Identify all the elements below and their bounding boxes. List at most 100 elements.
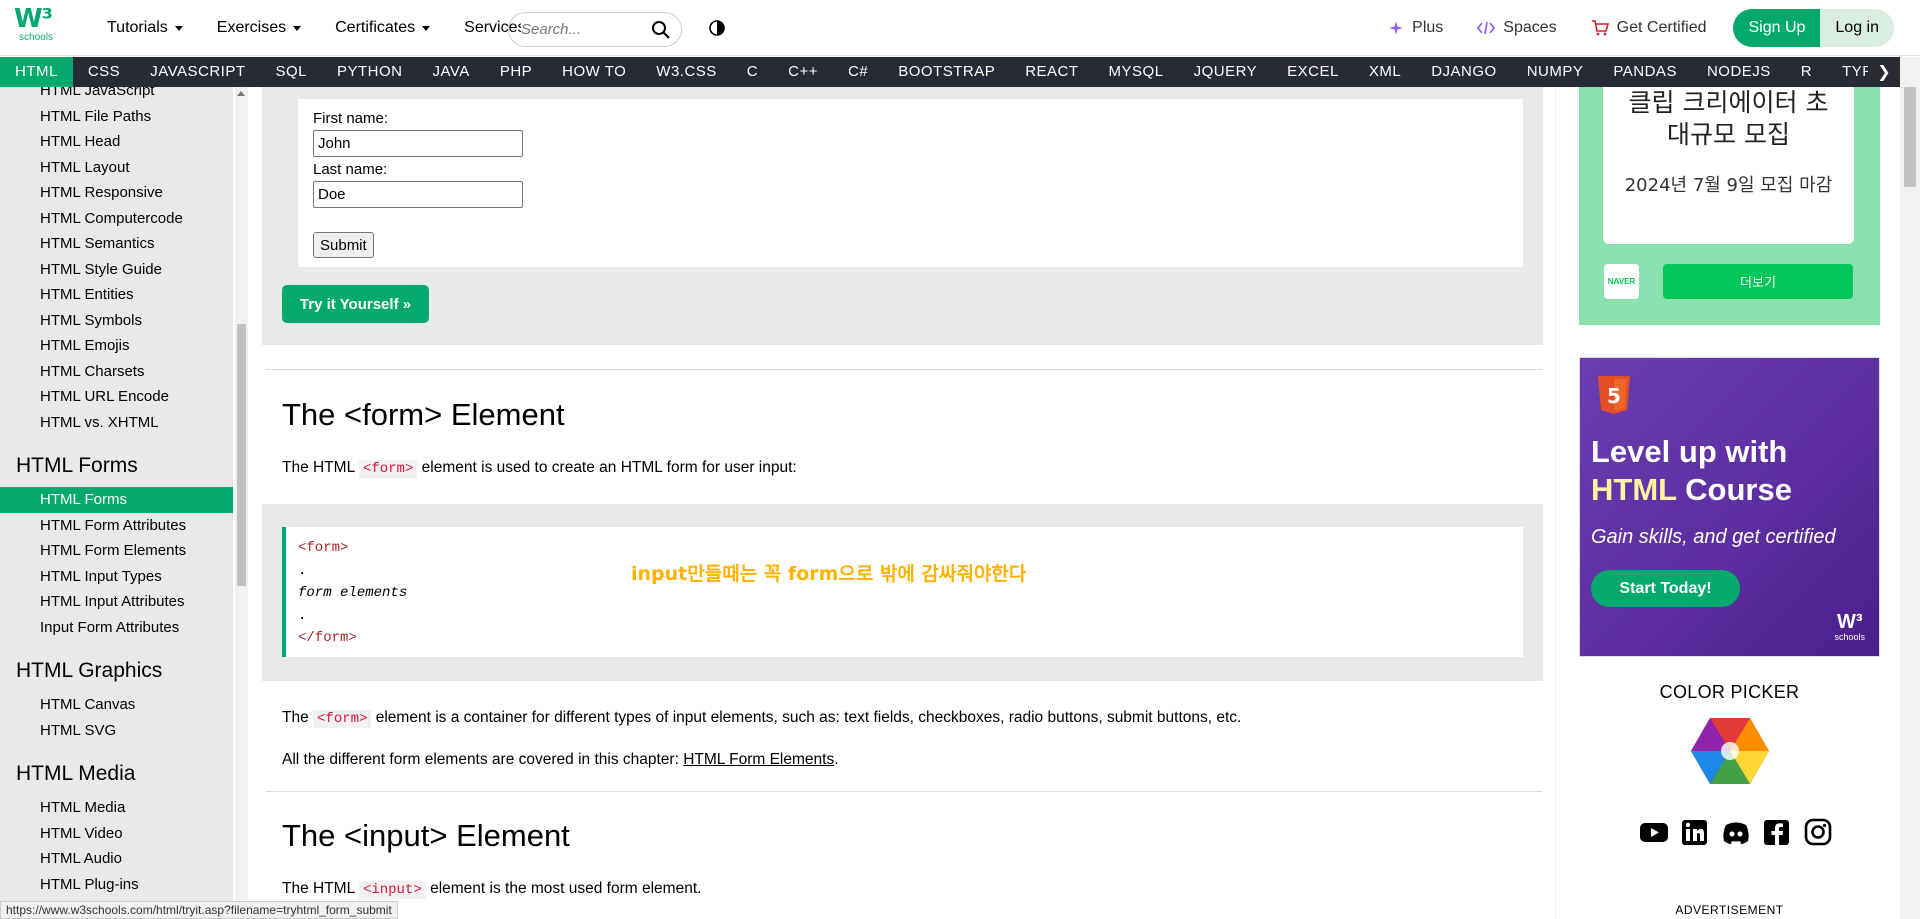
advertisement-label: ADVERTISEMENT (1675, 903, 1784, 917)
subnav-item-java[interactable]: JAVA (418, 57, 485, 87)
log-in-button[interactable]: Log in (1820, 9, 1894, 47)
subnav-item-css[interactable]: CSS (73, 57, 135, 87)
sidebar-item-html-form-elements[interactable]: HTML Form Elements (0, 538, 233, 564)
social-icons (1639, 817, 1833, 847)
plus-link[interactable]: Plus (1371, 19, 1460, 37)
sparkle-icon (1389, 21, 1404, 35)
status-bar-url: https://www.w3schools.com/html/tryit.asp… (0, 901, 398, 919)
sidebar-item-html-javascript[interactable]: HTML JavaScript (0, 87, 233, 104)
sidebar-item-html-plug-ins[interactable]: HTML Plug-ins (0, 872, 233, 898)
w3schools-logo[interactable]: W³ schools (14, 6, 58, 50)
sidebar-item-html-forms[interactable]: HTML Forms (0, 487, 233, 513)
sidebar-item-html-semantics[interactable]: HTML Semantics (0, 231, 233, 257)
sidebar-item-html-entities[interactable]: HTML Entities (0, 282, 233, 308)
sidebar-item-html-style-guide[interactable]: HTML Style Guide (0, 257, 233, 283)
youtube-icon[interactable] (1639, 817, 1669, 847)
subnav-item-c-[interactable]: C++ (773, 57, 833, 87)
nav-certificates[interactable]: Certificates (318, 19, 447, 37)
sidebar-item-html-audio[interactable]: HTML Audio (0, 846, 233, 872)
sidebar-item-input-form-attributes[interactable]: Input Form Attributes (0, 615, 233, 641)
sidebar-item-html-file-paths[interactable]: HTML File Paths (0, 104, 233, 130)
subnav-item-python[interactable]: PYTHON (322, 57, 418, 87)
sidebar-item-html-computercode[interactable]: HTML Computercode (0, 206, 233, 232)
sidebar-item-html-emojis[interactable]: HTML Emojis (0, 333, 233, 359)
sidebar-item-html-responsive[interactable]: HTML Responsive (0, 180, 233, 206)
code-example-box: <form> . form elements . </form> input만들… (262, 504, 1543, 681)
naver-more-button[interactable]: 더보기 (1663, 264, 1853, 299)
subnav-item-nodejs[interactable]: NODEJS (1692, 57, 1786, 87)
subnav-item-php[interactable]: PHP (485, 57, 547, 87)
inline-code: <form> (358, 460, 418, 478)
subnav-item-r[interactable]: R (1786, 57, 1827, 87)
subnav-item-mysql[interactable]: MYSQL (1094, 57, 1179, 87)
last-name-label: Last name: (313, 161, 388, 178)
search-input[interactable] (521, 21, 651, 38)
cart-icon (1591, 20, 1609, 36)
sidebar-item-html-form-attributes[interactable]: HTML Form Attributes (0, 513, 233, 539)
subnav-item-javascript[interactable]: JAVASCRIPT (135, 57, 260, 87)
subnav-item-w3-css[interactable]: W3.CSS (641, 57, 732, 87)
sidebar-item-html-media[interactable]: HTML Media (0, 795, 233, 821)
try-it-yourself-button[interactable]: Try it Yourself » (282, 285, 429, 323)
caret-down-icon (422, 25, 431, 31)
discord-icon[interactable] (1721, 817, 1751, 847)
get-certified-link[interactable]: Get Certified (1574, 19, 1724, 37)
sidebar-item-html-input-attributes[interactable]: HTML Input Attributes (0, 589, 233, 615)
linkedin-icon[interactable] (1680, 817, 1710, 847)
subnav-item-excel[interactable]: EXCEL (1272, 57, 1354, 87)
subnav-item-bootstrap[interactable]: BOOTSTRAP (883, 57, 1010, 87)
sidebar-item-html-vs-xhtml[interactable]: HTML vs. XHTML (0, 410, 233, 436)
contrast-toggle-icon[interactable] (709, 20, 725, 36)
sidebar-item-html-head[interactable]: HTML Head (0, 129, 233, 155)
subnav-item-sql[interactable]: SQL (260, 57, 322, 87)
sidebar-item-html-svg[interactable]: HTML SVG (0, 718, 233, 744)
sidebar-scroll-thumb[interactable] (237, 324, 246, 586)
naver-ad-title: 클립 크리에이터 초 대규모 모집 (1628, 88, 1829, 149)
subnav-next-arrow-icon[interactable]: ❯ (1868, 57, 1900, 87)
first-name-input[interactable] (313, 130, 523, 157)
search-icon[interactable] (651, 20, 671, 40)
subnav-item-how-to[interactable]: HOW TO (547, 57, 641, 87)
main-content: First name: Last name: Submit Try it You… (262, 87, 1543, 919)
subnav-item-jquery[interactable]: JQUERY (1179, 57, 1273, 87)
subnav-item-pandas[interactable]: PANDAS (1598, 57, 1692, 87)
spaces-link[interactable]: Spaces (1460, 19, 1573, 37)
page-scrollbar[interactable] (1900, 57, 1920, 919)
last-name-input[interactable] (313, 181, 523, 208)
html-course-ad[interactable]: 5 Level up with HTML Course Gain skills,… (1579, 357, 1880, 657)
color-picker-icon[interactable] (1690, 716, 1770, 786)
page-scroll-thumb[interactable] (1904, 87, 1916, 187)
sidebar-item-html-input-types[interactable]: HTML Input Types (0, 564, 233, 590)
instagram-icon[interactable] (1803, 817, 1833, 847)
sidebar-item-html-symbols[interactable]: HTML Symbols (0, 308, 233, 334)
submit-button[interactable]: Submit (313, 232, 374, 258)
facebook-icon[interactable] (1762, 817, 1792, 847)
nav-exercises[interactable]: Exercises (200, 19, 318, 37)
sidebar-item-html-url-encode[interactable]: HTML URL Encode (0, 384, 233, 410)
caret-down-icon (293, 25, 302, 31)
subnav-item-c[interactable]: C (732, 57, 773, 87)
html-ad-subtitle: Gain skills, and get certified (1591, 526, 1836, 548)
subnav-item-numpy[interactable]: NUMPY (1512, 57, 1599, 87)
sidebar-item-html-charsets[interactable]: HTML Charsets (0, 359, 233, 385)
sidebar-item-html-layout[interactable]: HTML Layout (0, 155, 233, 181)
sidebar-item-html-video[interactable]: HTML Video (0, 821, 233, 847)
subnav-item-xml[interactable]: XML (1354, 57, 1416, 87)
sign-up-button[interactable]: Sign Up (1733, 9, 1821, 47)
scroll-up-icon[interactable] (237, 91, 245, 96)
code-block: <form> . form elements . </form> input만들… (282, 527, 1523, 657)
form-element-heading: The <form> Element (282, 397, 565, 432)
nav-tutorials[interactable]: Tutorials (90, 19, 200, 37)
subnav-item-html[interactable]: HTML (0, 57, 73, 87)
html-form-elements-link[interactable]: HTML Form Elements (683, 751, 834, 768)
subnav-item-react[interactable]: REACT (1010, 57, 1093, 87)
naver-ad[interactable]: 클립 크리에이터 초 대규모 모집 2024년 7월 9일 모집 마감 NAVE… (1579, 87, 1880, 325)
search-box[interactable] (508, 12, 682, 47)
language-subnav: HTML CSS JAVASCRIPT SQL PYTHON JAVA PHP HOW TO W… (0, 57, 1900, 87)
sidebar-scrollbar[interactable] (235, 87, 248, 919)
subnav-item-django[interactable]: DJANGO (1416, 57, 1512, 87)
subnav-item-c-[interactable]: C# (833, 57, 883, 87)
sidebar-item-html-canvas[interactable]: HTML Canvas (0, 692, 233, 718)
inline-code: <input> (358, 881, 426, 899)
start-today-button[interactable]: Start Today! (1591, 570, 1740, 607)
